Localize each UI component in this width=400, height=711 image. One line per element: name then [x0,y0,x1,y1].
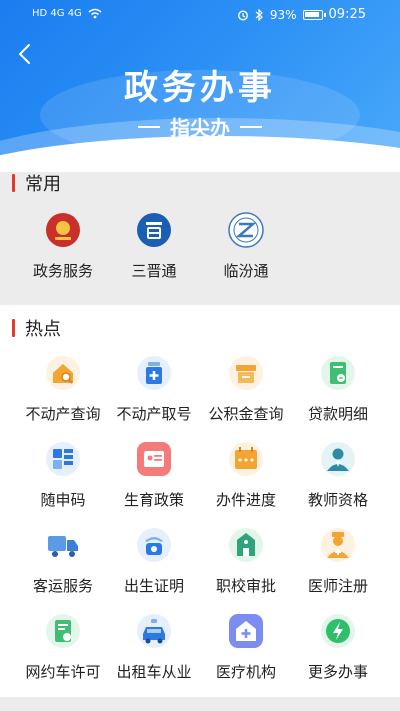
fund-box-icon [229,356,263,390]
qr-code-icon [46,442,80,476]
hot-item-passenger[interactable]: 客运服务 [13,527,113,596]
doctor-icon [321,528,355,562]
section-marker [12,319,15,337]
loan-document-icon [321,356,355,390]
hot-item-birth[interactable]: 出生证明 [104,527,204,596]
hot-item-doctor-register[interactable]: 医师注册 [288,527,388,596]
battery-icon [302,9,326,20]
permit-document-icon [46,614,80,648]
status-bar: HD 4G 4G 93% 09:25 [0,0,400,30]
hot-item-taxi[interactable]: 出租车从业 [104,613,204,682]
truck-icon [48,536,78,557]
common-item-linfentong[interactable]: 临汾通 [196,212,296,281]
baby-icon [137,528,171,562]
hot-section-header: 热点 [12,315,61,341]
clock: 09:25 [328,7,366,22]
alarm-icon [237,9,248,21]
hot-item-label: 更多办事 [307,663,368,681]
hot-item-label: 公积金查询 [208,405,284,423]
hot-item-label: 医疗机构 [215,663,276,681]
hot-item-teacher[interactable]: 教师资格 [288,441,388,510]
common-item-label: 三晋通 [131,262,177,280]
common-item-sanjintong[interactable]: 三晋通 [104,212,204,281]
hot-item-progress[interactable]: 办件进度 [196,441,296,510]
status-right: 93% 09:25 [237,7,366,22]
section-marker [12,174,15,192]
hospital-icon [229,614,263,648]
hot-item-label: 出租车从业 [116,663,192,681]
hot-item-label: 随申码 [40,491,86,509]
id-card-icon [137,442,171,476]
bluetooth-icon [255,8,263,21]
hot-item-gongjijin[interactable]: 公积金查询 [196,355,296,424]
hot-item-loan[interactable]: 贷款明细 [288,355,388,424]
hot-item-label: 网约车许可 [25,663,101,681]
hot-item-label: 生育政策 [123,491,184,509]
hot-item-label: 不动产取号 [116,405,192,423]
calendar-icon [229,442,263,476]
common-section: 常用 政务服务 三晋通 临汾通 [0,160,400,295]
hot-item-budongchan-number[interactable]: 不动产取号 [104,355,204,424]
hot-item-vocational[interactable]: 职校审批 [196,527,296,596]
hot-item-suishenma[interactable]: 随申码 [13,441,113,510]
common-section-title: 常用 [25,174,61,195]
hot-item-ride-hailing[interactable]: 网约车许可 [13,613,113,682]
hot-item-more[interactable]: 更多办事 [288,613,388,682]
lightning-icon [321,614,355,648]
taxi-icon [137,614,171,648]
page-title: 政务办事 [124,68,276,108]
sanjintong-logo-icon [137,213,171,247]
subtitle-dash-right [240,125,262,128]
teacher-icon [321,442,355,476]
hot-item-label: 客运服务 [32,577,93,595]
government-emblem-icon [46,213,80,247]
bottom-strip [0,697,400,711]
hot-section: 热点 不动产查询 不动产取号 公积金查询 贷款明细 随申码 生育政策 办件进度 … [0,305,400,697]
battery-percent: 93% [269,7,297,22]
page-subtitle: 指尖办 [0,112,400,141]
subtitle-dash-left [138,125,160,128]
common-section-header: 常用 [12,170,61,196]
hot-item-label: 出生证明 [123,577,184,595]
hot-section-title: 热点 [25,319,61,340]
hot-item-label: 教师资格 [307,491,368,509]
house-search-icon [46,356,80,390]
subtitle-text: 指尖办 [170,116,230,140]
school-building-icon [229,528,263,562]
common-item-label: 政务服务 [32,262,93,280]
hot-item-label: 贷款明细 [307,405,368,423]
hot-item-shengyu[interactable]: 生育政策 [104,441,204,510]
common-item-label: 临汾通 [223,262,269,280]
hot-item-medical[interactable]: 医疗机构 [196,613,296,682]
common-item-zhengwu[interactable]: 政务服务 [13,212,113,281]
hot-item-label: 不动产查询 [25,405,101,423]
network-indicators: HD 4G 4G [32,8,102,19]
hot-item-label: 职校审批 [215,577,276,595]
linfentong-logo-icon [228,212,264,248]
hot-item-label: 办件进度 [215,491,276,509]
wifi-icon [88,8,102,19]
hot-item-label: 医师注册 [307,577,368,595]
hot-item-budongchan-query[interactable]: 不动产查询 [13,355,113,424]
network-text: HD 4G 4G [32,8,82,19]
medicine-bottle-icon [137,356,171,390]
